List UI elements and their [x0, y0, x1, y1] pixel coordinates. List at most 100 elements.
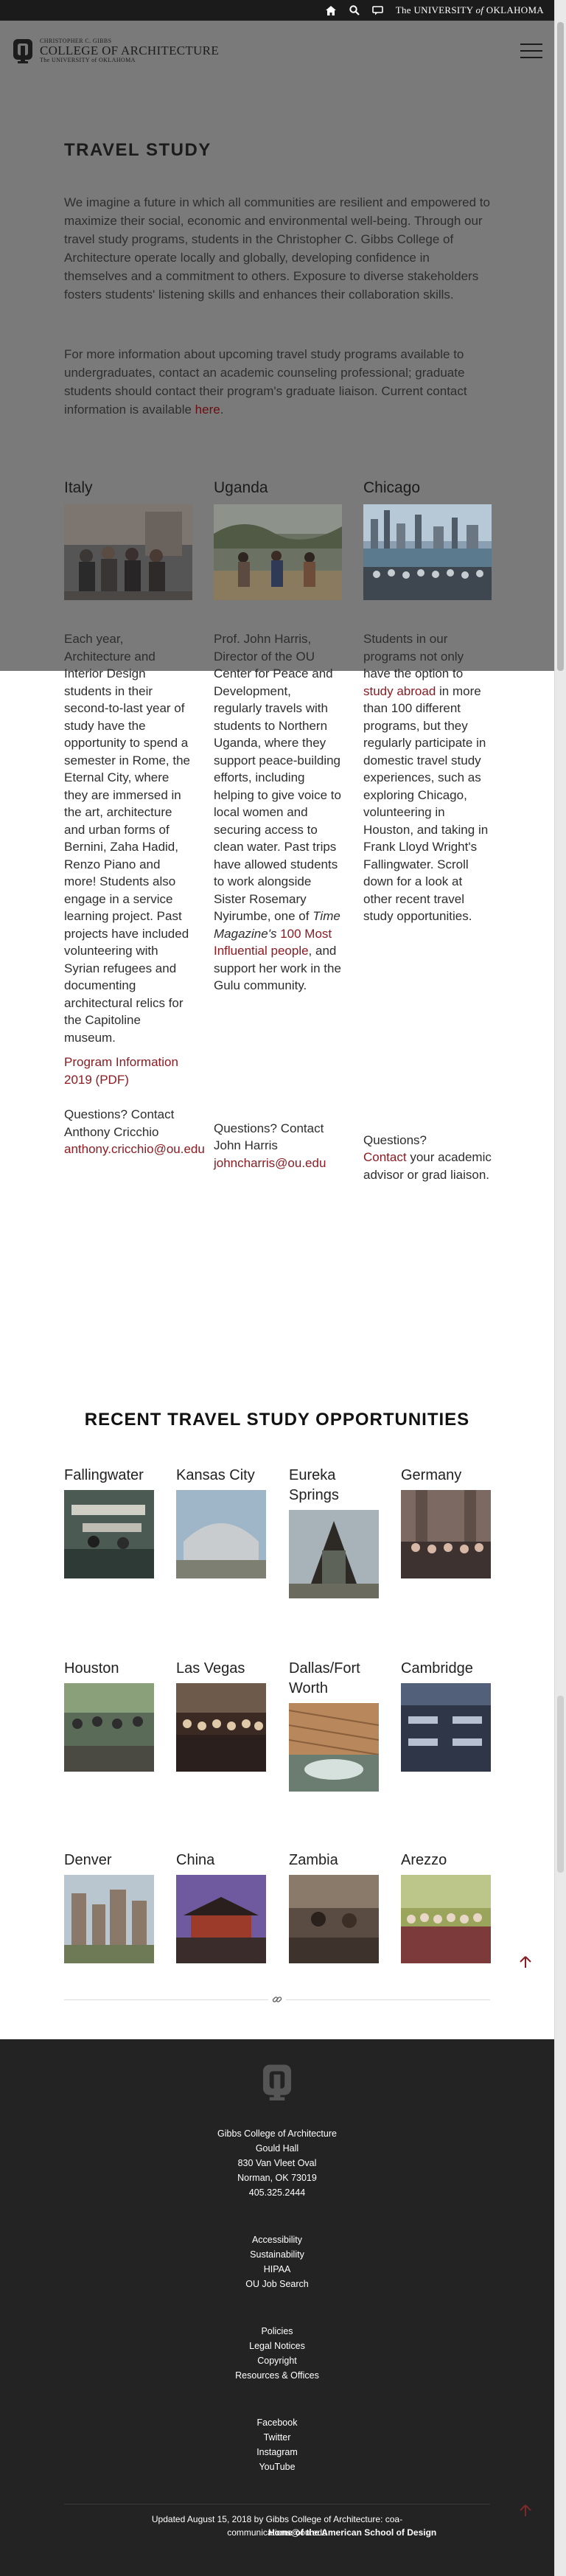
- tagline: Home of the American School of Design: [268, 2527, 437, 2538]
- contact-paragraph-end: .: [220, 403, 224, 417]
- cambridge-photo: [401, 1683, 491, 1772]
- chicago-photo: [363, 504, 492, 600]
- trip-card[interactable]: Denver: [64, 1851, 154, 1967]
- program-questions: Questions? Contact your academic advisor…: [363, 1132, 492, 1184]
- facebook-link[interactable]: Facebook: [0, 2415, 554, 2430]
- trip-card[interactable]: Germany: [401, 1466, 491, 1582]
- trip-card[interactable]: Dallas/Fort Worth: [288, 1659, 380, 1795]
- utility-bar: The UNIVERSITY of OKLAHOMA: [0, 0, 554, 21]
- instagram-link[interactable]: Instagram: [0, 2445, 554, 2460]
- china-photo: [176, 1875, 266, 1963]
- address-line: Norman, OK 73019: [237, 2173, 317, 2183]
- footer-social: Facebook Twitter Instagram YouTube: [0, 2415, 554, 2474]
- footer-link[interactable]: Copyright: [0, 2353, 554, 2368]
- trip-name: Zambia: [289, 1852, 338, 1868]
- home-icon[interactable]: [325, 4, 337, 16]
- trip-card[interactable]: China: [176, 1851, 266, 1967]
- footer-back-to-top-icon[interactable]: [516, 2501, 535, 2520]
- site-header: CHRISTOPHER C. GIBBS COLLEGE OF ARCHITEC…: [0, 21, 554, 81]
- page-scrollbar[interactable]: [554, 0, 566, 2576]
- trip-name: Dallas/Fort Worth: [289, 1660, 360, 1696]
- ou-link-main: UNIVERSITY: [413, 4, 476, 15]
- trip-card[interactable]: Kansas City: [176, 1466, 266, 1582]
- program-description: Students in our programs not only have t…: [363, 630, 492, 925]
- chat-icon[interactable]: [372, 4, 384, 16]
- program-description: Prof. John Harris, Director of the OU Ce…: [214, 630, 342, 995]
- trip-card[interactable]: Cambridge: [401, 1659, 491, 1775]
- trip-card[interactable]: Las Vegas: [176, 1659, 266, 1775]
- trip-card[interactable]: Houston: [64, 1659, 154, 1775]
- dallas-fort-worth-photo: [288, 1703, 380, 1792]
- italy-photo: [64, 504, 192, 600]
- las-vegas-photo: [176, 1683, 266, 1772]
- ou-logo-icon: [13, 39, 32, 63]
- twitter-link[interactable]: Twitter: [0, 2430, 554, 2445]
- trip-name: Fallingwater: [64, 1467, 144, 1483]
- search-icon[interactable]: [349, 4, 360, 16]
- program-description: Each year, Architecture and Interior Des…: [64, 632, 191, 1045]
- footer-link[interactable]: OU Job Search: [0, 2277, 554, 2291]
- footer-link[interactable]: Sustainability: [0, 2247, 554, 2262]
- trip-name: Arezzo: [401, 1852, 447, 1868]
- email-link[interactable]: anthony.cricchio@ou.edu: [64, 1142, 205, 1156]
- ou-link-of: of: [475, 4, 484, 15]
- uganda-photo: [214, 504, 342, 600]
- email-link[interactable]: johncharris@ou.edu: [214, 1156, 326, 1170]
- ou-link-end: OKLAHOMA: [483, 4, 544, 15]
- footer-address: Gibbs College of Architecture Gould Hall…: [0, 2126, 554, 2200]
- link-icon: [268, 1991, 286, 2008]
- study-abroad-link[interactable]: study abroad: [363, 684, 436, 698]
- contact-paragraph: For more information about upcoming trav…: [64, 345, 490, 419]
- trip-name: Las Vegas: [176, 1660, 245, 1677]
- germany-photo: [401, 1490, 491, 1578]
- contact-here-link[interactable]: here: [195, 403, 220, 417]
- site-footer: Gibbs College of Architecture Gould Hall…: [0, 2039, 554, 2576]
- recent-section-title: RECENT TRAVEL STUDY OPPORTUNITIES: [84, 1410, 470, 1430]
- footer-bottom: Updated August 15, 2018 by Gibbs College…: [0, 2513, 554, 2539]
- italy-program-pdf-link[interactable]: Program Information 2019 (PDF): [64, 1054, 192, 1088]
- scrollbar-thumb[interactable]: [557, 22, 564, 671]
- trip-card[interactable]: Eureka Springs: [289, 1466, 379, 1602]
- trip-card[interactable]: Fallingwater: [64, 1466, 154, 1582]
- footer-link[interactable]: HIPAA: [0, 2262, 554, 2277]
- college-logo[interactable]: CHRISTOPHER C. GIBBS COLLEGE OF ARCHITEC…: [12, 37, 219, 65]
- footer-ou-logo-icon: [262, 2064, 292, 2100]
- program-chicago: Chicago Students in our programs not onl…: [363, 479, 492, 1183]
- hamburger-icon[interactable]: [520, 43, 542, 58]
- kansas-city-photo: [176, 1490, 266, 1578]
- footer-link[interactable]: Legal Notices: [0, 2339, 554, 2353]
- page-title: TRAVEL STUDY: [64, 140, 212, 160]
- trip-name: Eureka Springs: [289, 1467, 339, 1503]
- chicago-description-text: Students in our programs not only have t…: [363, 632, 464, 680]
- ou-link-prefix: The: [395, 4, 414, 15]
- trip-name: Houston: [64, 1660, 119, 1677]
- trip-card[interactable]: Arezzo: [401, 1851, 491, 1967]
- question-text: Questions?: [363, 1132, 427, 1147]
- houston-photo: [64, 1683, 154, 1772]
- footer-links-1: Accessibility Sustainability HIPAA OU Jo…: [0, 2232, 554, 2291]
- fallingwater-photo: [64, 1490, 154, 1578]
- trip-name: Germany: [401, 1467, 462, 1483]
- footer-link[interactable]: Accessibility: [0, 2232, 554, 2247]
- trip-card[interactable]: Zambia: [289, 1851, 379, 1967]
- address-line: 830 Van Vleet Oval: [237, 2158, 317, 2168]
- footer-link[interactable]: Policies: [0, 2324, 554, 2339]
- scrollbar-thumb-secondary[interactable]: [557, 1696, 564, 1873]
- back-to-top-icon[interactable]: [516, 1952, 535, 1971]
- contact-link[interactable]: Contact: [363, 1150, 407, 1164]
- question-text: Questions? Contact Anthony Cricchio: [64, 1107, 175, 1139]
- program-title: Chicago: [363, 479, 421, 496]
- phone-link[interactable]: 405.325.2444: [0, 2185, 554, 2200]
- program-italy: Italy Each year, Architecture and Interi…: [64, 479, 205, 1158]
- trip-name: Cambridge: [401, 1660, 473, 1677]
- uganda-description-text: Prof. John Harris, Director of the OU Ce…: [214, 632, 341, 923]
- footer-links-2: Policies Legal Notices Copyright Resourc…: [0, 2324, 554, 2383]
- youtube-link[interactable]: YouTube: [0, 2460, 554, 2474]
- ou-home-link[interactable]: The UNIVERSITY of OKLAHOMA: [396, 4, 544, 16]
- program-title: Uganda: [214, 479, 268, 496]
- program-title: Italy: [64, 479, 93, 496]
- program-uganda: Uganda Prof. John Harris, Director of th…: [214, 479, 342, 1172]
- program-questions: Questions? Contact John Harris johncharr…: [214, 1120, 342, 1172]
- footer-link[interactable]: Resources & Offices: [0, 2368, 554, 2383]
- chicago-description-end: in more than 100 different programs, but…: [363, 683, 489, 924]
